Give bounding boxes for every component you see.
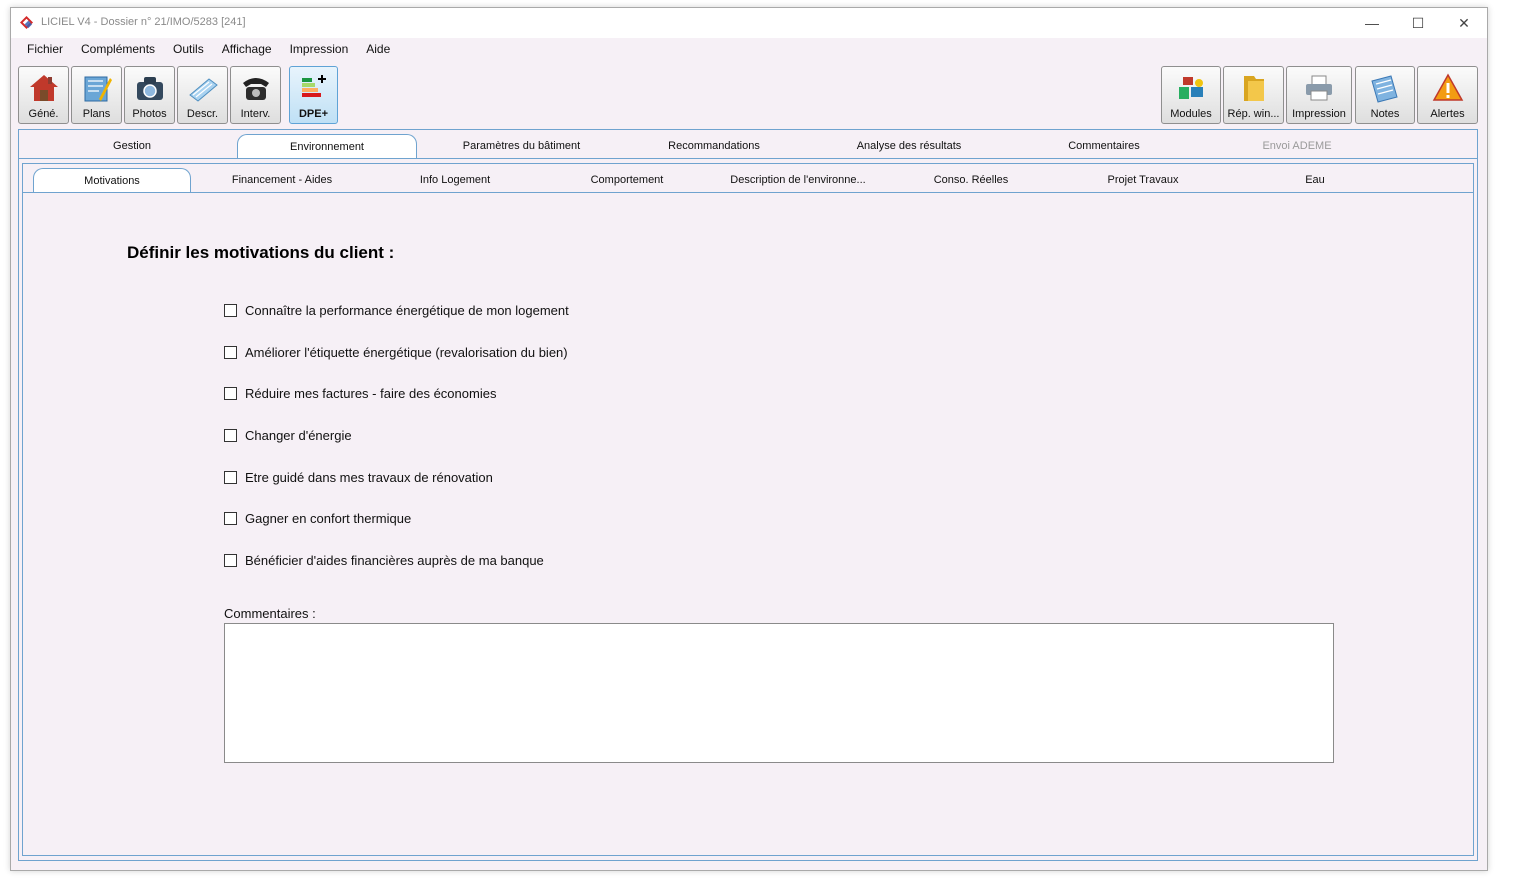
checkbox-label: Etre guidé dans mes travaux de rénovatio… <box>245 469 493 485</box>
close-icon: ✕ <box>1458 14 1470 31</box>
checkbox-label: Réduire mes factures - faire des économi… <box>245 385 497 401</box>
toolbar-modules-button[interactable]: Modules <box>1161 66 1221 124</box>
toolbar-descr-button[interactable]: Descr. <box>177 66 228 124</box>
tab-commentaires[interactable]: Commentaires <box>1009 134 1199 158</box>
toolbar-dpe-button[interactable]: DPE+ <box>289 66 338 124</box>
toolbar-descr-label: Descr. <box>186 108 219 120</box>
tab-comportement[interactable]: Comportement <box>543 168 711 192</box>
motivation-option[interactable]: Bénéficier d'aides financières auprès de… <box>224 551 544 569</box>
motivation-option[interactable]: Réduire mes factures - faire des économi… <box>224 384 496 402</box>
close-button[interactable]: ✕ <box>1441 11 1487 35</box>
sub-tab-divider <box>23 192 1473 193</box>
menu-bar: Fichier Compléments Outils Affichage Imp… <box>11 39 1487 61</box>
comments-textarea[interactable] <box>224 623 1334 763</box>
menu-fichier[interactable]: Fichier <box>18 39 72 61</box>
checkbox-label: Bénéficier d'aides financières auprès de… <box>245 552 544 568</box>
tab-description-environnement[interactable]: Description de l'environne... <box>713 168 883 192</box>
toolbar-gene-label: Géné. <box>28 108 59 120</box>
phone-icon <box>242 78 269 100</box>
toolbar-interv-button[interactable]: Interv. <box>230 66 281 124</box>
toolbar-gene-button[interactable]: Géné. <box>18 66 69 124</box>
menu-outils[interactable]: Outils <box>164 39 213 61</box>
notes-icon <box>1371 75 1398 103</box>
toolbar-notes-label: Notes <box>1370 108 1400 120</box>
folder-icon <box>1243 76 1264 101</box>
toolbar-rep-win-button[interactable]: Rép. win... <box>1223 66 1284 124</box>
menu-affichage[interactable]: Affichage <box>213 39 281 61</box>
menu-complements[interactable]: Compléments <box>72 39 164 61</box>
tab-envoi-ademe: Envoi ADEME <box>1262 140 1332 152</box>
checkbox[interactable] <box>224 511 237 525</box>
tab-environnement[interactable]: Environnement <box>237 134 417 158</box>
minimize-icon: — <box>1365 15 1379 31</box>
checkbox-label: Connaître la performance énergétique de … <box>245 302 569 318</box>
motivation-option[interactable]: Etre guidé dans mes travaux de rénovatio… <box>224 468 493 486</box>
tab-gestion[interactable]: Gestion <box>37 134 227 158</box>
toolbar-photos-label: Photos <box>132 108 167 120</box>
checkbox-label: Gagner en confort thermique <box>245 510 412 526</box>
toolbar-impression-label: Impression <box>1292 108 1346 120</box>
toolbar-interv-label: Interv. <box>240 108 271 120</box>
checkbox[interactable] <box>224 428 237 442</box>
motivation-option[interactable]: Connaître la performance énergétique de … <box>224 301 569 319</box>
puzzle-icon <box>1179 77 1203 99</box>
tab-eau[interactable]: Eau <box>1231 168 1399 192</box>
motivation-option[interactable]: Gagner en confort thermique <box>224 509 411 527</box>
printer-icon <box>1306 75 1332 101</box>
checkbox[interactable] <box>224 553 237 567</box>
app-window: LICIEL V4 - Dossier n° 21/IMO/5283 [241]… <box>10 7 1488 871</box>
comments-label: Commentaires : <box>224 606 316 621</box>
motivations-heading: Définir les motivations du client : <box>127 243 395 262</box>
motivation-option[interactable]: Changer d'énergie <box>224 426 352 444</box>
main-tab-panel: Gestion Environnement Paramètres du bâti… <box>18 129 1478 861</box>
tab-conso-reelles[interactable]: Conso. Réelles <box>887 168 1055 192</box>
checkbox[interactable] <box>224 386 237 400</box>
main-tab-divider <box>19 158 1477 159</box>
toolbar-alertes-label: Alertes <box>1430 108 1465 120</box>
sub-tab-panel: Motivations Financement - Aides Info Log… <box>22 163 1474 856</box>
plans-icon <box>84 76 112 102</box>
tab-parametres-batiment[interactable]: Paramètres du bâtiment <box>424 134 619 158</box>
title-bar: LICIEL V4 - Dossier n° 21/IMO/5283 [241]… <box>11 8 1487 38</box>
menu-impression[interactable]: Impression <box>281 39 358 61</box>
house-icon <box>29 75 58 101</box>
app-logo-icon <box>20 16 33 29</box>
minimize-button[interactable]: — <box>1349 11 1395 35</box>
description-icon <box>188 78 218 102</box>
toolbar-modules-label: Modules <box>1170 108 1212 120</box>
tab-motivations[interactable]: Motivations <box>33 168 191 192</box>
checkbox[interactable] <box>224 470 237 484</box>
tab-financement-aides[interactable]: Financement - Aides <box>199 168 365 192</box>
maximize-icon: ☐ <box>1411 14 1425 31</box>
tab-analyse-resultats[interactable]: Analyse des résultats <box>814 134 1004 158</box>
camera-icon <box>136 77 163 100</box>
toolbar-alertes-button[interactable]: Alertes <box>1417 66 1478 124</box>
window-title: LICIEL V4 - Dossier n° 21/IMO/5283 [241] <box>41 16 246 28</box>
tab-projet-travaux[interactable]: Projet Travaux <box>1059 168 1227 192</box>
toolbar-rep-win-label: Rép. win... <box>1227 108 1280 120</box>
toolbar-impression-button[interactable]: Impression <box>1286 66 1352 124</box>
tab-info-logement[interactable]: Info Logement <box>371 168 539 192</box>
checkbox[interactable] <box>224 303 237 317</box>
tab-recommandations[interactable]: Recommandations <box>619 134 809 158</box>
motivation-option[interactable]: Améliorer l'étiquette énergétique (reval… <box>224 343 568 361</box>
checkbox-label: Changer d'énergie <box>245 427 352 443</box>
energy-label-icon <box>301 75 326 97</box>
maximize-button[interactable]: ☐ <box>1395 11 1441 35</box>
checkbox[interactable] <box>224 345 237 359</box>
toolbar-photos-button[interactable]: Photos <box>124 66 175 124</box>
menu-aide[interactable]: Aide <box>357 39 399 61</box>
toolbar-dpe-label: DPE+ <box>298 108 329 120</box>
toolbar-plans-button[interactable]: Plans <box>71 66 122 124</box>
toolbar-plans-label: Plans <box>82 108 111 120</box>
warning-icon <box>1432 73 1463 101</box>
toolbar-notes-button[interactable]: Notes <box>1355 66 1415 124</box>
checkbox-label: Améliorer l'étiquette énergétique (reval… <box>245 344 568 360</box>
